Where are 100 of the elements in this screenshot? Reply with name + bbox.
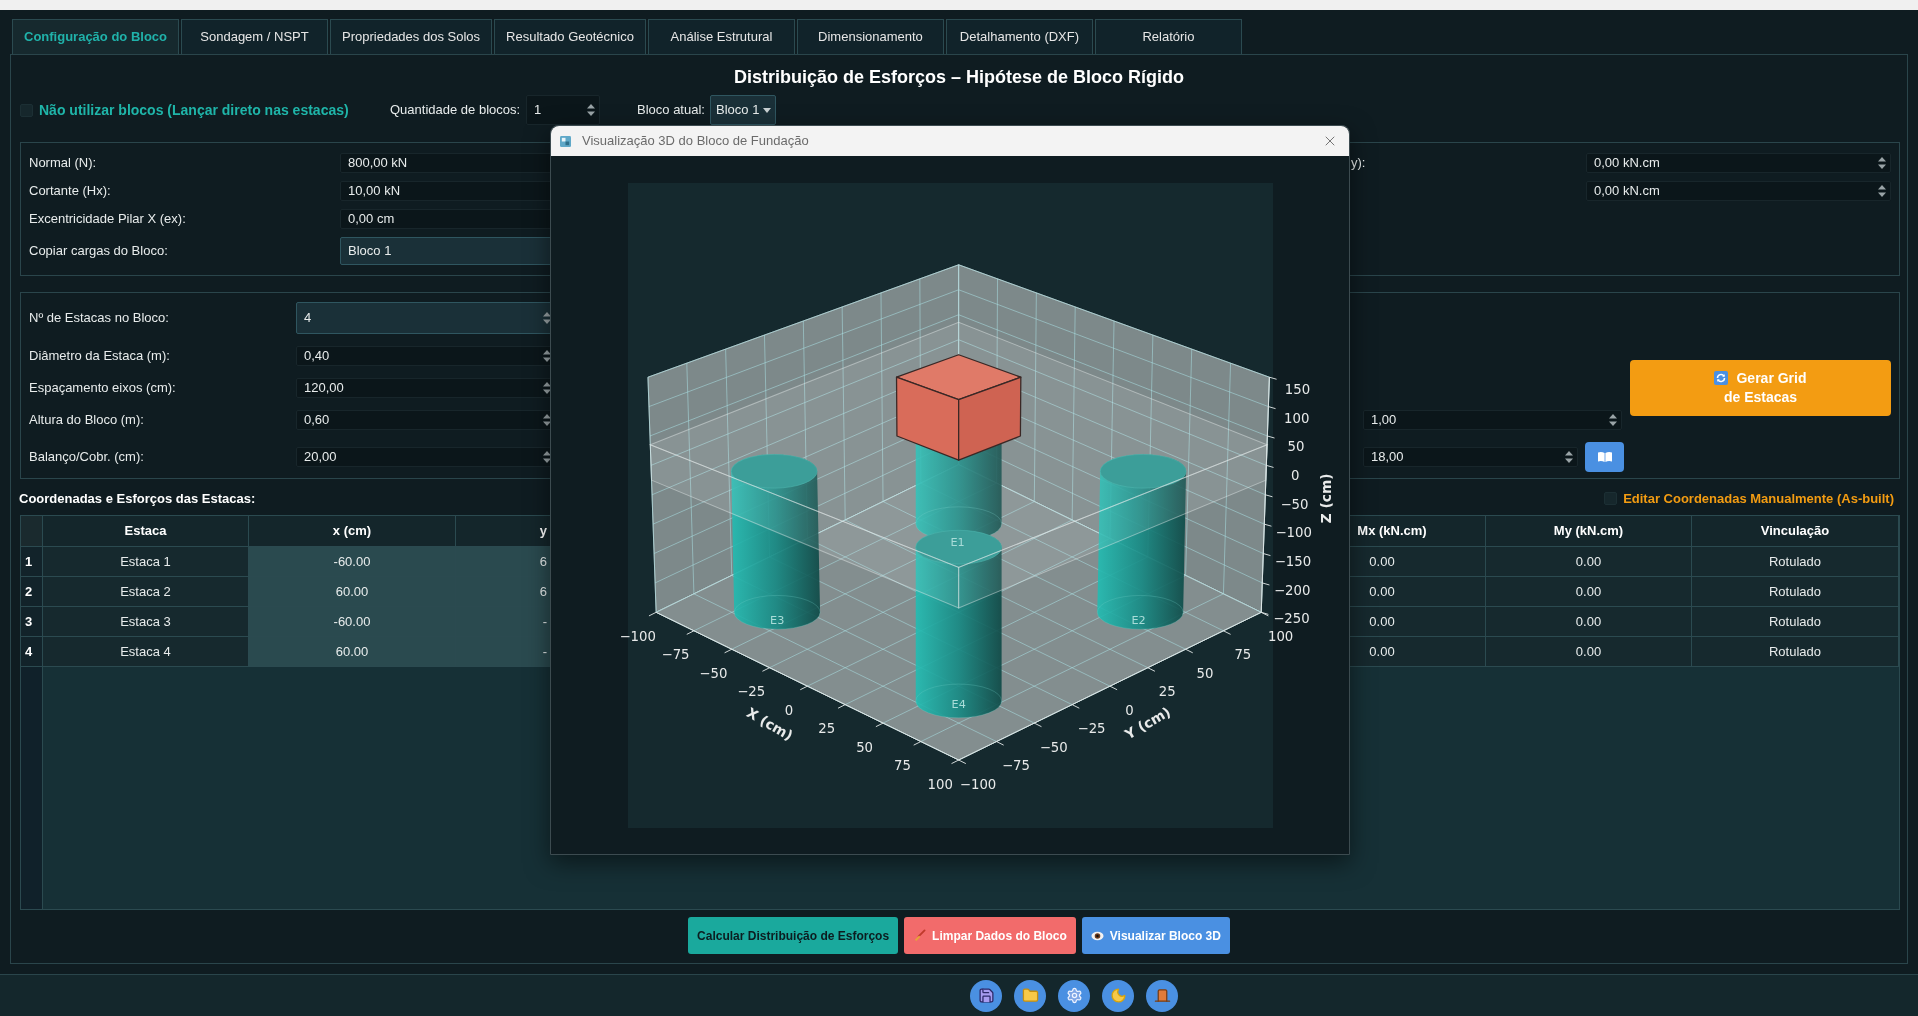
field-label: Altura do Bloco (m): bbox=[29, 411, 145, 430]
pile-label: E2 bbox=[1130, 613, 1146, 627]
tab[interactable]: Detalhamento (DXF) bbox=[945, 19, 1093, 54]
gear-icon bbox=[1065, 987, 1083, 1004]
tick-label: 50 bbox=[1196, 665, 1213, 681]
field-label: Bloco atual: bbox=[637, 101, 706, 120]
table-cell: 6 bbox=[456, 577, 551, 607]
table-cell: Estaca 1 bbox=[43, 547, 249, 577]
tab[interactable]: Sondagem / NSPT bbox=[181, 19, 328, 54]
option-label[interactable]: Editar Coordenadas Manualmente (As-built) bbox=[1623, 488, 1894, 509]
tab[interactable]: Dimensionamento bbox=[796, 19, 944, 54]
tab[interactable]: Relatório bbox=[1094, 19, 1242, 54]
window-title: Visualização 3D do Bloco de Fundação bbox=[582, 132, 809, 151]
folder-icon bbox=[1021, 987, 1039, 1004]
settings-button[interactable] bbox=[1058, 979, 1090, 1012]
number-field[interactable]: 1,00 bbox=[1363, 410, 1622, 430]
pile-label: E1 bbox=[950, 535, 965, 549]
eye-icon bbox=[1090, 930, 1104, 941]
page-title: Distribuição de Esforços – Hipótese de Bloco Rígido bbox=[732, 66, 1186, 89]
tick-label: −100 bbox=[959, 776, 996, 792]
table-cell: - bbox=[456, 607, 551, 637]
tab[interactable]: Propriedades dos Solos bbox=[330, 19, 493, 54]
caret-icon bbox=[763, 107, 771, 113]
tick-label: 0 bbox=[1290, 467, 1299, 483]
table-cell: 60.00 bbox=[249, 637, 456, 667]
table-cell: - bbox=[456, 637, 551, 667]
column-header: Estaca bbox=[43, 516, 249, 547]
tick-label: 25 bbox=[817, 720, 835, 736]
tick-label: −75 bbox=[1001, 757, 1030, 773]
field-label: Espaçamento eixos (cm): bbox=[29, 379, 177, 398]
row-header: 2 bbox=[21, 577, 43, 607]
table-cell: -60.00 bbox=[249, 607, 456, 637]
book-icon bbox=[1596, 451, 1613, 463]
table-cell: 0.00 bbox=[1486, 607, 1692, 637]
spin-box[interactable]: 1 bbox=[526, 95, 600, 125]
column-header: Vinculação bbox=[1692, 516, 1899, 547]
column-header: y bbox=[456, 516, 551, 547]
field-label: Quantidade de blocos: bbox=[390, 101, 522, 120]
column-header: My (kN.cm) bbox=[1486, 516, 1692, 547]
field-label: Cortante (Hx): bbox=[29, 182, 112, 201]
tick-label: 50 bbox=[855, 739, 873, 755]
tab[interactable]: Análise Estrutural bbox=[647, 19, 795, 54]
table-cell: 60.00 bbox=[249, 577, 456, 607]
exit-button[interactable] bbox=[1146, 979, 1178, 1012]
calculate-button[interactable]: Calcular Distribuição de Esforços bbox=[688, 917, 899, 954]
tick-label: 75 bbox=[893, 757, 911, 773]
table-cell: -60.00 bbox=[249, 547, 456, 577]
field-label: Nº de Estacas no Bloco: bbox=[29, 309, 170, 328]
table-cell: Estaca 3 bbox=[43, 607, 249, 637]
number-field[interactable]: 0,00 kN.cm bbox=[1586, 181, 1891, 201]
refresh-icon bbox=[1714, 371, 1729, 385]
table-cell: Rotulado bbox=[1692, 577, 1899, 607]
table-cell: 0.00 bbox=[1486, 547, 1692, 577]
spin-arrows-icon[interactable] bbox=[586, 103, 596, 117]
moon-icon bbox=[1109, 987, 1127, 1004]
tab[interactable]: Configuração do Bloco bbox=[12, 19, 179, 54]
number-field[interactable]: 0,00 kN.cm bbox=[1586, 153, 1891, 173]
spin-arrows-icon[interactable] bbox=[1877, 156, 1887, 170]
column-header: x (cm) bbox=[249, 516, 456, 547]
app-icon bbox=[560, 135, 571, 147]
table-cell: 6 bbox=[456, 547, 551, 577]
door-icon bbox=[1153, 987, 1171, 1004]
theme-button[interactable] bbox=[1102, 979, 1134, 1012]
spin-arrows-icon[interactable] bbox=[1564, 450, 1574, 464]
tick-label: 0 bbox=[784, 702, 793, 718]
tick-label: −100 bbox=[619, 628, 656, 644]
table-cell: 0.00 bbox=[1486, 637, 1692, 667]
table-cell: Rotulado bbox=[1692, 607, 1899, 637]
spin-arrows-icon[interactable] bbox=[1608, 413, 1618, 427]
block-select[interactable]: Bloco 1 bbox=[710, 95, 776, 125]
tick-label: 50 bbox=[1287, 438, 1304, 454]
tick-label: 0 bbox=[1124, 702, 1134, 718]
option-label[interactable]: Não utilizar blocos (Lançar direto nas estacas) bbox=[39, 99, 349, 121]
tick-label: −50 bbox=[698, 665, 727, 681]
tick-label: −50 bbox=[1279, 496, 1308, 512]
spin-arrows-icon[interactable] bbox=[1877, 184, 1887, 198]
tick-label: −25 bbox=[736, 683, 765, 699]
field-label: Diâmetro da Estaca (m): bbox=[29, 347, 171, 366]
tick-label: 25 bbox=[1158, 683, 1176, 699]
row-header: 4 bbox=[21, 637, 43, 667]
table-cell: Estaca 2 bbox=[43, 577, 249, 607]
field-label: Normal (N): bbox=[29, 154, 98, 173]
tab[interactable]: Resultado Geotécnico bbox=[494, 19, 646, 54]
tick-label: 75 bbox=[1233, 646, 1251, 662]
tick-label: −75 bbox=[661, 646, 690, 662]
open-button[interactable] bbox=[1014, 979, 1046, 1012]
pile-label: E3 bbox=[769, 613, 784, 627]
section-title: Coordenadas e Esforços das Estacas: bbox=[19, 489, 256, 508]
row-header: 3 bbox=[21, 607, 43, 637]
number-field[interactable]: 18,00 bbox=[1363, 447, 1578, 467]
broom-icon bbox=[913, 929, 927, 942]
tick-label: 100 bbox=[1283, 410, 1309, 426]
field-label: Balanço/Cobr. (cm): bbox=[29, 448, 145, 467]
table-cell: 0.00 bbox=[1486, 577, 1692, 607]
pile-label: E4 bbox=[951, 697, 966, 711]
table-cell: Estaca 4 bbox=[43, 637, 249, 667]
save-button[interactable] bbox=[970, 979, 1002, 1012]
table-cell: Rotulado bbox=[1692, 637, 1899, 667]
row-header: 1 bbox=[21, 547, 43, 577]
book-button[interactable] bbox=[1585, 442, 1624, 472]
